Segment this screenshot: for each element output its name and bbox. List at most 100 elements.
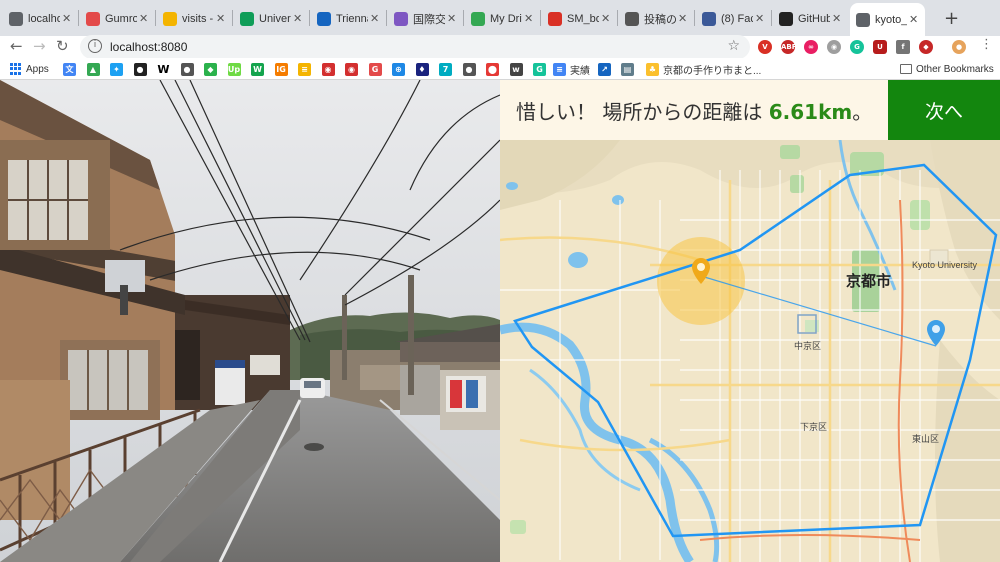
bookmark-icon-item[interactable]: ● — [180, 61, 194, 77]
extension-icon[interactable]: ◆ — [919, 40, 933, 54]
info-icon[interactable]: i — [88, 39, 102, 53]
tab-close-icon[interactable]: ✕ — [447, 12, 457, 25]
bookmark-icon-item[interactable]: W — [157, 61, 170, 77]
back-icon[interactable]: ← — [10, 37, 23, 55]
browser-tab[interactable]: SM_boo✕ — [542, 5, 617, 32]
tab-title: GitHub — [798, 12, 830, 25]
reload-icon[interactable]: ↻ — [56, 37, 69, 55]
address-bar[interactable]: i localhost:8080 ☆ — [80, 35, 750, 59]
bookmark-icon-item[interactable]: G — [533, 61, 546, 77]
tab-separator — [617, 10, 618, 26]
browser-tab[interactable]: visits - ✕ — [157, 5, 232, 32]
tab-close-icon[interactable]: ✕ — [909, 13, 919, 26]
browser-tab[interactable]: Universi✕ — [234, 5, 309, 32]
bookmark-icon-item[interactable]: Up — [227, 61, 241, 77]
other-bookmarks[interactable]: Other Bookmarks — [900, 61, 994, 77]
nuro-icon: ◉ — [345, 62, 358, 76]
tab-title: visits - — [182, 12, 214, 25]
bookmark-icon-item[interactable]: ▤ — [621, 61, 634, 77]
tab-close-icon[interactable]: ✕ — [370, 12, 380, 25]
bookmark-item[interactable]: ≡ 実績 — [553, 61, 590, 77]
result-bar: 惜しい！ 場所からの距離は 6.61km。 次へ — [500, 80, 1000, 140]
facebook-icon — [702, 11, 716, 26]
tab-title: Triennal — [336, 12, 368, 25]
browser-tab[interactable]: Triennal✕ — [311, 5, 386, 32]
vivaldi-extension-icon[interactable]: V — [758, 40, 772, 54]
avatar[interactable]: ● — [952, 40, 966, 54]
grammarly-extension-icon[interactable]: G — [850, 40, 864, 54]
nuro-icon: ◉ — [321, 62, 335, 76]
bookmark-icon-item[interactable]: ≡ — [298, 61, 311, 77]
tab-close-icon[interactable]: ✕ — [293, 12, 303, 25]
bookmark-icon-item[interactable]: ◉ — [321, 61, 335, 77]
folder-icon — [900, 64, 912, 74]
tab-close-icon[interactable]: ✕ — [216, 12, 226, 25]
globe-icon — [856, 12, 870, 27]
bookmark-icon-item[interactable]: 文 — [63, 61, 76, 77]
browser-tab[interactable]: 投稿の新✕ — [619, 5, 694, 32]
bookmark-icon-item[interactable]: IG — [274, 61, 288, 77]
bookmark-icon-item[interactable]: w — [509, 61, 523, 77]
browser-tab[interactable]: (8) Face✕ — [696, 5, 771, 32]
tab-separator — [155, 10, 156, 26]
street-view-panorama[interactable] — [0, 80, 500, 562]
tab-close-icon[interactable]: ✕ — [832, 12, 842, 25]
bookmark-icon-item[interactable]: ◆ — [204, 61, 217, 77]
bookmark-icon-item[interactable]: G — [368, 61, 382, 77]
tab-title: kyoto_g — [875, 13, 907, 26]
tab-separator — [232, 10, 233, 26]
tab-close-icon[interactable]: ✕ — [62, 12, 72, 25]
translate-icon: 文 — [63, 62, 76, 76]
tab-separator — [386, 10, 387, 26]
browser-tab[interactable]: kyoto_g✕ — [850, 3, 925, 36]
browser-tab[interactable]: GitHub ✕ — [773, 5, 848, 32]
adblock-extension-icon[interactable]: ABP — [781, 40, 797, 54]
app-content: 惜しい！ 場所からの距離は 6.61km。 次へ 京都市 Kyoto Unive… — [0, 80, 1000, 562]
link-icon: ↗ — [598, 62, 611, 76]
bookmark-icon-item[interactable]: ◉ — [345, 61, 358, 77]
tab-close-icon[interactable]: ✕ — [524, 12, 534, 25]
upwork-icon: Up — [227, 62, 241, 76]
bookmark-icon-item[interactable]: ⊕ — [392, 61, 405, 77]
tab-close-icon[interactable]: ✕ — [678, 12, 688, 25]
bookmark-icon-item[interactable]: ♦ — [415, 61, 429, 77]
answer-marker-icon — [927, 320, 945, 346]
drive-icon — [471, 11, 485, 26]
tab-title: localhost — [28, 12, 60, 25]
map-label-city: 京都市 — [846, 272, 892, 290]
bookmark-icon-item[interactable]: ✦ — [110, 61, 123, 77]
bookmark-icon-item[interactable]: ▲ — [86, 61, 100, 77]
gumroad-icon: G — [368, 62, 382, 76]
tab-close-icon[interactable]: ✕ — [755, 12, 765, 25]
tab-close-icon[interactable]: ✕ — [139, 12, 149, 25]
bookmark-icon-item[interactable]: ● — [133, 61, 147, 77]
bookmark-star-icon[interactable]: ☆ — [727, 38, 740, 54]
wikipedia-icon: W — [157, 62, 170, 76]
tab-title: SM_boo — [567, 12, 599, 25]
result-prefix: 惜しい！ 場所からの距離は — [516, 100, 769, 124]
next-button[interactable]: 次へ — [888, 80, 1000, 140]
bookmark-icon-item[interactable]: 7 — [439, 61, 452, 77]
drive-icon: ▲ — [86, 62, 100, 76]
new-tab-icon[interactable]: + — [944, 8, 959, 29]
browser-tab[interactable]: 国際交流✕ — [388, 5, 463, 32]
bookmark-icon-item[interactable]: ● — [462, 61, 476, 77]
result-map[interactable]: 京都市 Kyoto University 中京区 下京区 東山区 — [500, 140, 1000, 562]
bookmark-item[interactable]: ♣ 京都の手作り市まと... — [646, 61, 761, 77]
guess-marker-icon — [692, 258, 710, 284]
forward-icon[interactable]: → — [33, 37, 46, 55]
facebook-extension-icon[interactable]: f — [896, 40, 910, 54]
bookmark-icon-item[interactable]: ⬤ — [486, 61, 499, 77]
camera-extension-icon[interactable]: ◉ — [827, 40, 841, 54]
apps-bookmark[interactable]: Apps — [10, 61, 49, 77]
triennale-icon — [317, 11, 331, 26]
extension-icon[interactable]: ∞ — [804, 40, 818, 54]
menu-icon[interactable]: ⋮ — [980, 37, 993, 52]
ublock-extension-icon[interactable]: U — [873, 40, 887, 54]
browser-tab[interactable]: Gumroad✕ — [80, 5, 155, 32]
bookmark-icon-item[interactable]: W — [251, 61, 264, 77]
tab-close-icon[interactable]: ✕ — [601, 12, 611, 25]
browser-tab[interactable]: localhost✕ — [3, 5, 78, 32]
browser-tab[interactable]: My Driv✕ — [465, 5, 540, 32]
bookmark-icon-item[interactable]: ↗ — [598, 61, 611, 77]
